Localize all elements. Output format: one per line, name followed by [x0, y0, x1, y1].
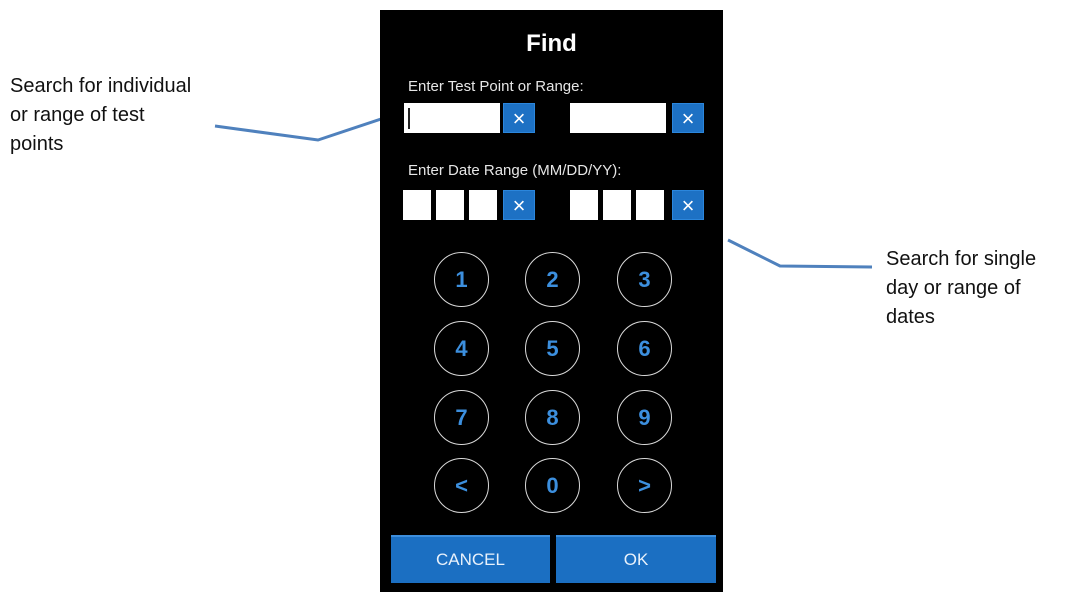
end-month-field[interactable] — [570, 190, 598, 220]
test-point-start-input[interactable] — [404, 103, 500, 133]
key-3[interactable]: 3 — [617, 252, 672, 307]
key-4[interactable]: 4 — [434, 321, 489, 376]
key-previous[interactable]: < — [434, 458, 489, 513]
date-range-label: Enter Date Range (MM/DD/YY): — [408, 162, 622, 179]
callout-line: dates — [886, 306, 935, 328]
ok-button[interactable]: OK — [556, 535, 716, 583]
key-8[interactable]: 8 — [525, 390, 580, 445]
clear-end-date-button[interactable]: × — [672, 190, 704, 220]
test-point-end-input[interactable] — [570, 103, 666, 133]
key-1[interactable]: 1 — [434, 252, 489, 307]
text-cursor — [408, 108, 410, 129]
callout-date-range: Search for single day or range of dates — [886, 245, 1071, 332]
end-day-field[interactable] — [603, 190, 631, 220]
key-5[interactable]: 5 — [525, 321, 580, 376]
end-year-field[interactable] — [636, 190, 664, 220]
leader-line-right — [727, 238, 873, 269]
callout-line: Search for single — [886, 248, 1037, 270]
close-icon: × — [681, 193, 695, 218]
key-9[interactable]: 9 — [617, 390, 672, 445]
dialog-title: Find — [526, 30, 577, 57]
key-0[interactable]: 0 — [525, 458, 580, 513]
close-icon: × — [681, 106, 695, 131]
start-year-field[interactable] — [469, 190, 497, 220]
find-dialog: Find Enter Test Point or Range: × × Ente… — [380, 10, 723, 592]
key-6[interactable]: 6 — [617, 321, 672, 376]
clear-test-point-end-button[interactable]: × — [672, 103, 704, 133]
callout-line: day or range of — [886, 277, 1021, 299]
callout-line: points — [10, 133, 64, 155]
close-icon: × — [512, 193, 526, 218]
clear-start-date-button[interactable]: × — [503, 190, 535, 220]
callout-line: Search for individual — [10, 75, 192, 97]
key-7[interactable]: 7 — [434, 390, 489, 445]
test-point-label: Enter Test Point or Range: — [408, 78, 584, 95]
callout-line: or range of test — [10, 104, 145, 126]
cancel-button[interactable]: CANCEL — [391, 535, 550, 583]
callout-test-points: Search for individual or range of test p… — [10, 72, 250, 159]
clear-test-point-start-button[interactable]: × — [503, 103, 535, 133]
start-month-field[interactable] — [403, 190, 431, 220]
key-next[interactable]: > — [617, 458, 672, 513]
key-2[interactable]: 2 — [525, 252, 580, 307]
close-icon: × — [512, 106, 526, 131]
start-day-field[interactable] — [436, 190, 464, 220]
